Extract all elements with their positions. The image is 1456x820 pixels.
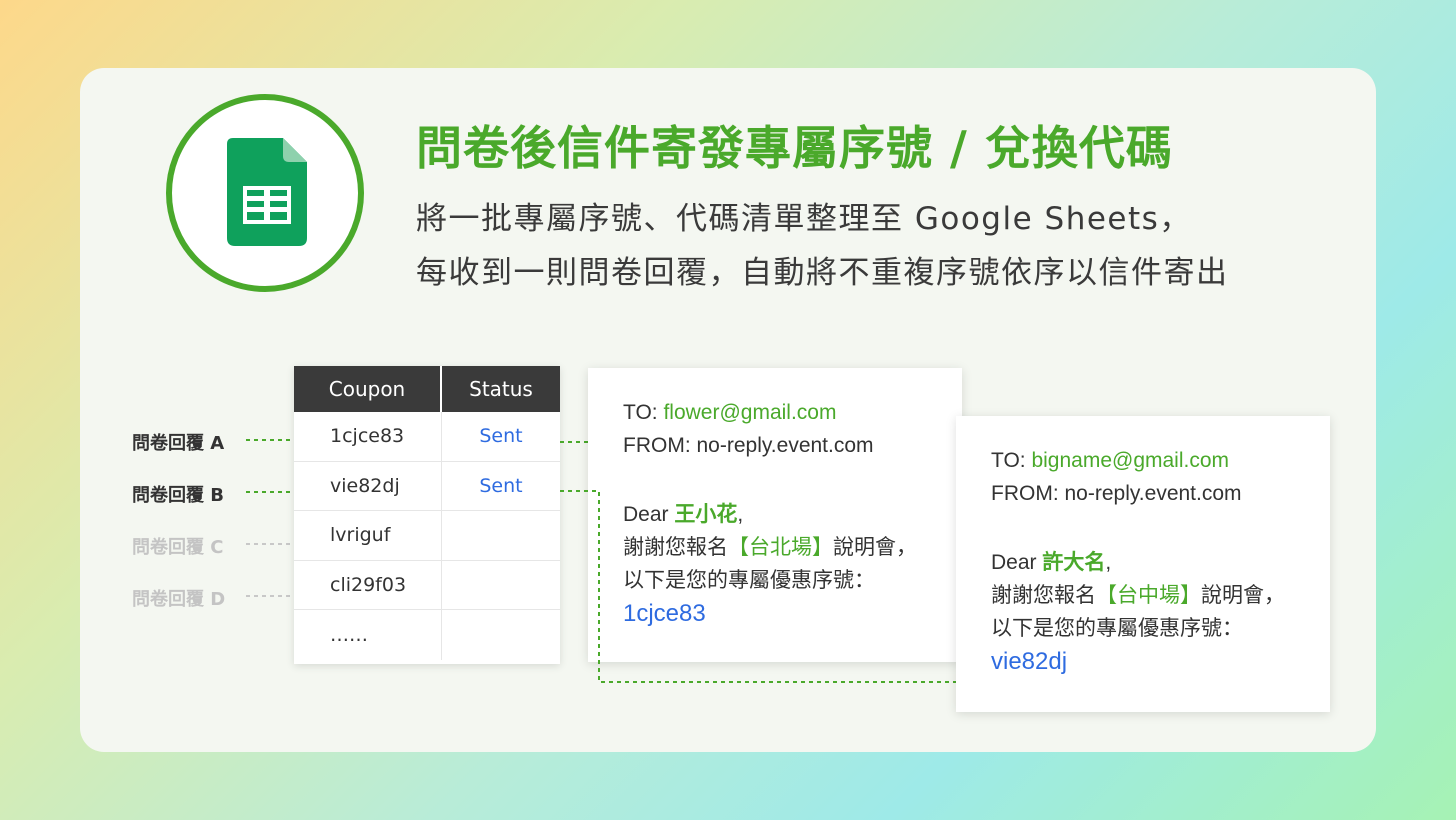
subtitle-line-1: 將一批專屬序號、代碼清單整理至 Google Sheets， [416,201,1192,237]
coupon-cell: 1cjce83 [294,412,442,461]
status-cell: Sent [479,425,523,448]
email-from: FROM: no-reply.event.com [991,482,1242,505]
coupon-cell: cli29f03 [294,560,442,609]
email-preview-2: TO: bigname@gmail.com FROM: no-reply.eve… [956,416,1330,712]
response-label-a: 問卷回覆 A [132,433,225,454]
recipient-name: 許大名 [1042,551,1106,574]
coupon-cell: vie82dj [294,461,442,510]
coupon-cell: …… [294,610,442,660]
page-subtitle: 將一批專屬序號、代碼清單整理至 Google Sheets， 每收到一則問卷回覆… [416,192,1229,300]
column-header-coupon: Coupon [294,366,442,412]
status-cell: Sent [479,474,523,497]
email-to: TO: bigname@gmail.com [991,449,1230,472]
google-sheets-icon [227,138,307,246]
email-intro: 以下是您的專屬優惠序號： [991,617,1243,640]
table-header: Coupon Status [294,366,560,412]
column-header-status: Status [469,377,533,401]
status-cell [442,511,560,560]
arrow-icon [560,490,974,689]
table-row: …… [294,610,560,660]
recipient-email: flower@gmail.com [663,401,837,424]
email-thanks: 謝謝您報名【台中場】說明會， [991,584,1285,607]
recipient-email: bigname@gmail.com [1031,449,1230,472]
page-title: 問卷後信件寄發專屬序號 / 兌換代碼 [416,121,1173,175]
logo-badge [166,94,364,292]
coupon-table: Coupon Status 1cjce83 Sent vie82dj Sent … [294,366,560,664]
status-cell [442,610,560,660]
subtitle-line-2: 每收到一則問卷回覆，自動將不重複序號依序以信件寄出 [416,255,1229,291]
email-greeting: Dear 許大名, [991,551,1112,574]
response-label-b: 問卷回覆 B [132,485,224,506]
table-row: lvriguf [294,511,560,561]
venue-name: 【台中場】 [1096,584,1201,607]
response-label-d: 問卷回覆 D [132,589,226,610]
email-to: TO: flower@gmail.com [623,401,837,424]
coupon-cell: lvriguf [294,511,442,560]
response-label-c: 問卷回覆 C [132,537,224,558]
coupon-code: vie82dj [991,648,1068,675]
status-cell [442,561,560,610]
table-row: vie82dj Sent [294,461,560,511]
table-row: cli29f03 [294,560,560,610]
table-row: 1cjce83 Sent [294,412,560,462]
email-from: FROM: no-reply.event.com [623,434,874,457]
